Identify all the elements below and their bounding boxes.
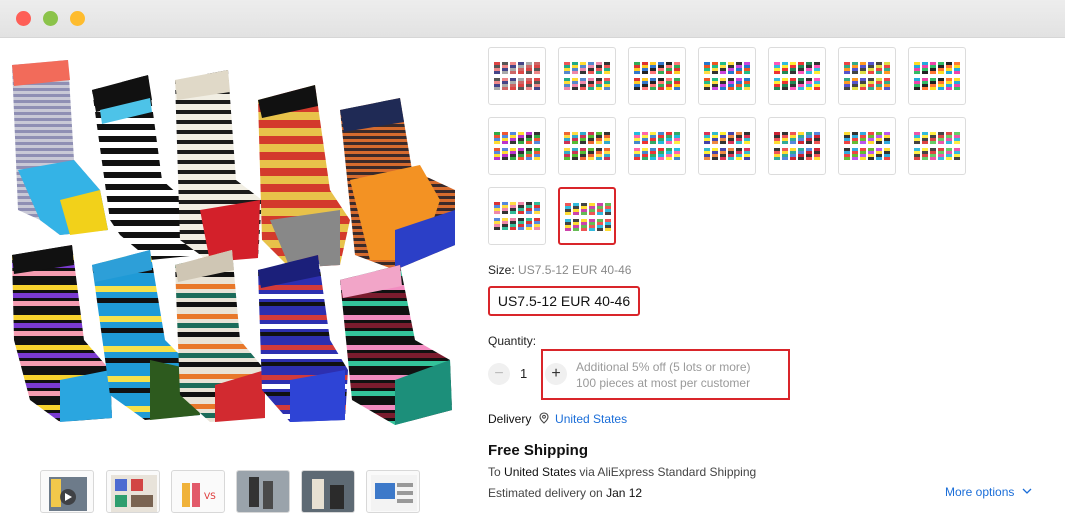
- size-label: Size:: [488, 263, 515, 277]
- thumbnail-2[interactable]: [106, 470, 160, 513]
- color-variant-2[interactable]: [558, 47, 616, 105]
- color-variant-11[interactable]: [698, 117, 756, 175]
- estimated-delivery-date: Jan 12: [606, 486, 643, 500]
- promo-limit-text: 100 pieces at most per customer: [576, 376, 751, 390]
- color-variant-9[interactable]: [558, 117, 616, 175]
- quantity-value[interactable]: 1: [520, 366, 527, 381]
- delivery-label: Delivery: [488, 412, 532, 426]
- location-pin-icon: [539, 412, 549, 424]
- shipping-to-country: United States: [504, 465, 577, 479]
- promo-highlight-box: [541, 349, 790, 400]
- thumbnail-4[interactable]: [236, 470, 290, 513]
- minimize-window-button[interactable]: [43, 11, 58, 26]
- quantity-decrease-button[interactable]: −: [488, 363, 510, 385]
- more-options-link[interactable]: More options: [945, 485, 1032, 499]
- shipping-to-prefix: To: [488, 465, 501, 479]
- color-variant-12[interactable]: [768, 117, 826, 175]
- color-variant-3[interactable]: [628, 47, 686, 105]
- color-variant-10[interactable]: [628, 117, 686, 175]
- more-options-label: More options: [945, 485, 1015, 499]
- size-selected-value: US7.5-12 EUR 40-46: [518, 263, 632, 277]
- color-variant-8[interactable]: [488, 117, 546, 175]
- main-product-image[interactable]: [0, 40, 465, 460]
- color-variant-6[interactable]: [838, 47, 896, 105]
- delivery-row: Delivery United States: [488, 412, 627, 426]
- close-window-button[interactable]: [16, 11, 31, 26]
- size-label-row: Size: US7.5-12 EUR 40-46: [488, 263, 631, 277]
- estimated-delivery-line: Estimated delivery on Jan 12: [488, 486, 642, 500]
- size-option-button[interactable]: US7.5-12 EUR 40-46: [488, 286, 640, 316]
- svg-text:VS: VS: [204, 492, 216, 502]
- shipping-method: via AliExpress Standard Shipping: [579, 465, 757, 479]
- chevron-down-icon: [1022, 488, 1032, 494]
- color-variant-5[interactable]: [768, 47, 826, 105]
- thumbnail-6[interactable]: [366, 470, 420, 513]
- quantity-label: Quantity:: [488, 334, 537, 348]
- color-variant-1[interactable]: [488, 47, 546, 105]
- color-variant-7[interactable]: [908, 47, 966, 105]
- color-variant-15[interactable]: [488, 187, 546, 245]
- thumbnail-5[interactable]: [301, 470, 355, 513]
- color-variant-13[interactable]: [838, 117, 896, 175]
- free-shipping-title: Free Shipping: [488, 442, 589, 459]
- color-variant-4[interactable]: [698, 47, 756, 105]
- thumbnail-video[interactable]: [40, 470, 94, 513]
- color-variant-16[interactable]: [558, 187, 616, 245]
- thumbnail-3[interactable]: VS: [171, 470, 225, 513]
- size-option-label: US7.5-12 EUR 40-46: [497, 293, 631, 309]
- promo-discount-text: Additional 5% off (5 lots or more): [576, 360, 751, 374]
- estimated-delivery-prefix: Estimated delivery on: [488, 486, 603, 500]
- socks-illustration: [12, 60, 455, 425]
- delivery-location-link[interactable]: United States: [555, 412, 627, 426]
- window-titlebar: [0, 0, 1065, 38]
- shipping-destination-line: To United States via AliExpress Standard…: [488, 465, 756, 479]
- color-variant-14[interactable]: [908, 117, 966, 175]
- zoom-window-button[interactable]: [70, 11, 85, 26]
